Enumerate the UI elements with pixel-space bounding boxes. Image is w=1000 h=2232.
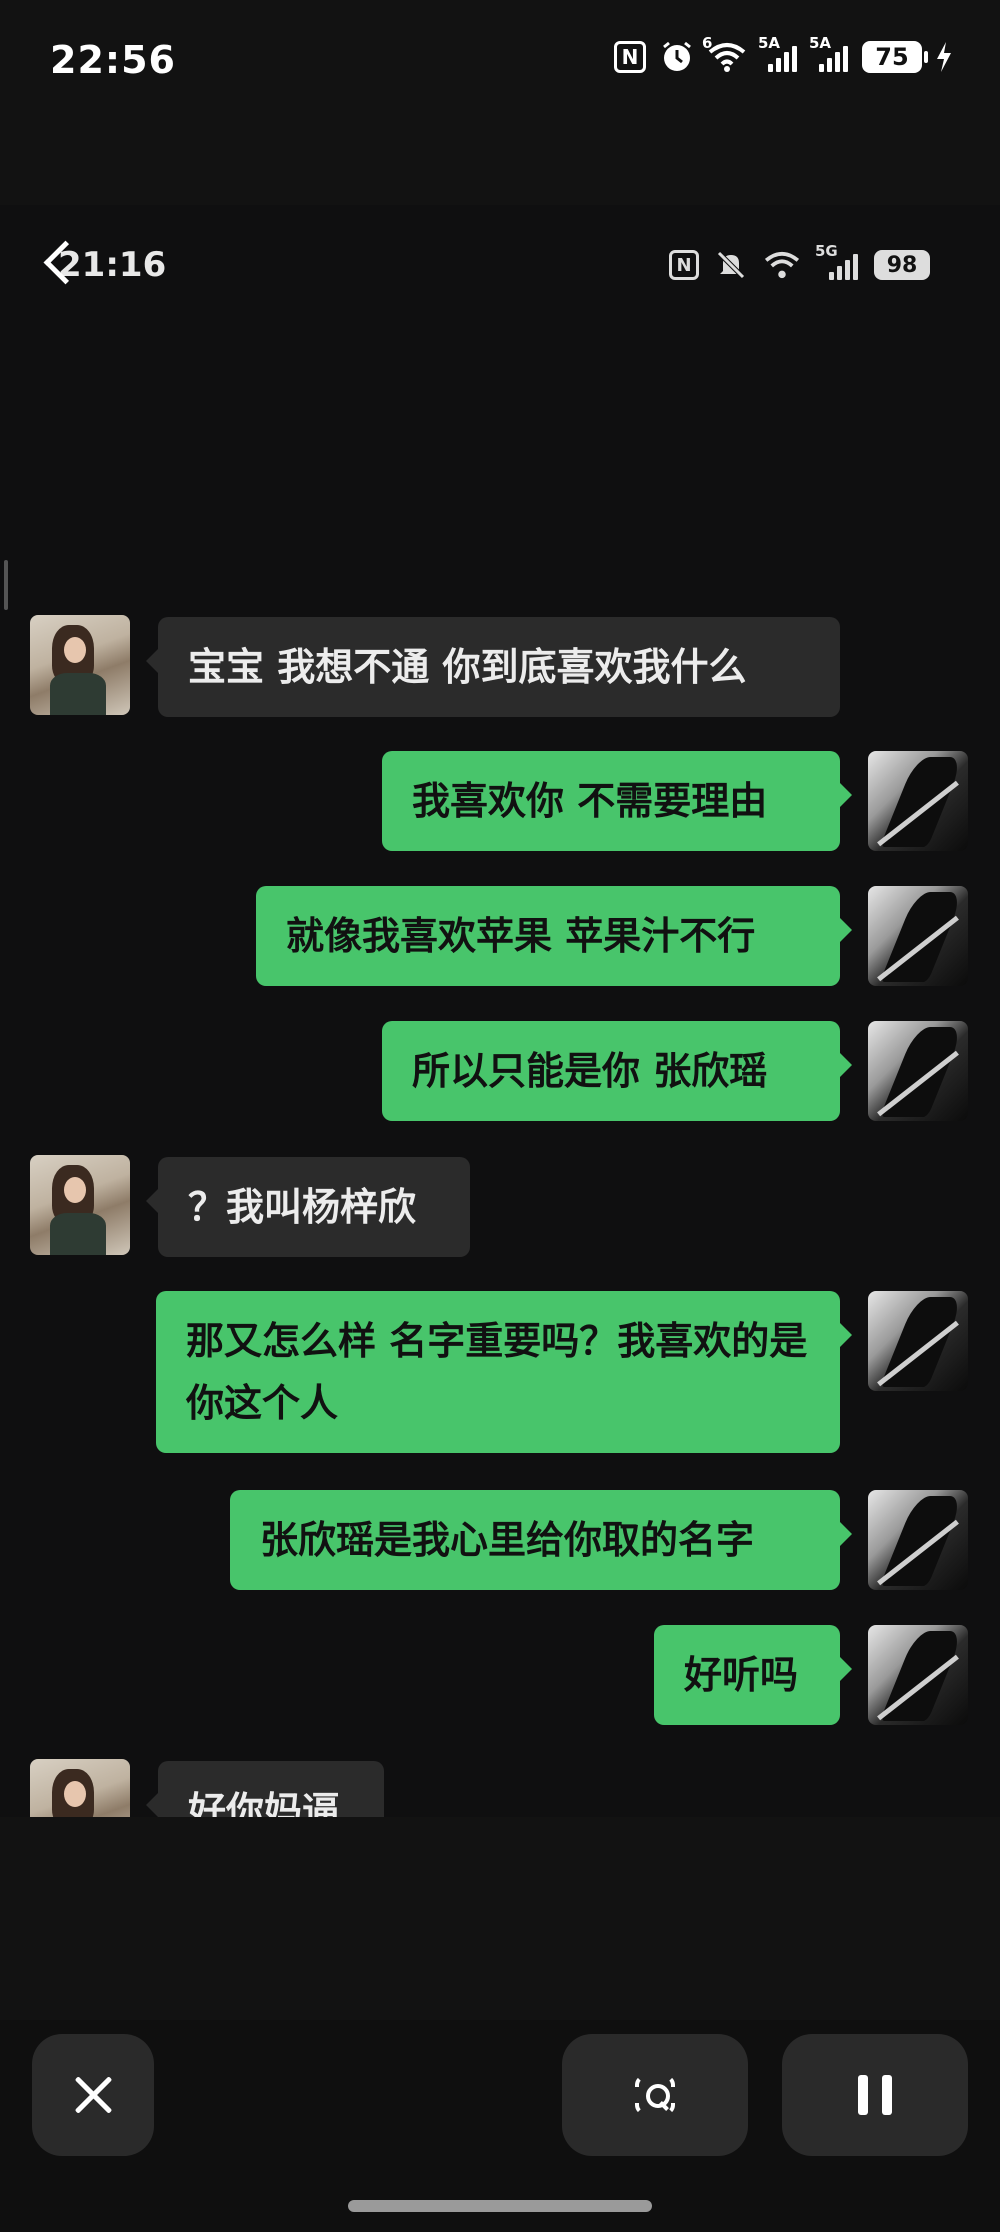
sim1-label: 5A bbox=[758, 34, 781, 52]
screen-search-button[interactable] bbox=[562, 2034, 748, 2156]
sim2-label: 5A bbox=[809, 34, 832, 52]
wifi-icon: 6 bbox=[702, 34, 746, 72]
home-indicator[interactable] bbox=[348, 2200, 652, 2212]
alarm-icon bbox=[660, 40, 694, 74]
pause-icon bbox=[858, 2075, 892, 2115]
contact-avatar[interactable] bbox=[30, 615, 130, 715]
close-icon bbox=[73, 2075, 113, 2115]
nfc-icon: N bbox=[614, 41, 646, 73]
battery-icon: 98 bbox=[874, 250, 930, 280]
incoming-message: ？我叫杨梓欣 bbox=[146, 1157, 470, 1257]
user-avatar[interactable] bbox=[868, 1291, 968, 1391]
user-avatar[interactable] bbox=[868, 1625, 968, 1725]
inner-status-icons: N 5G 98 bbox=[669, 242, 930, 281]
user-avatar[interactable] bbox=[868, 751, 968, 851]
pause-button[interactable] bbox=[782, 2034, 968, 2156]
contact-avatar[interactable] bbox=[30, 1155, 130, 1255]
inner-status-bar: 21:16 N 5G 98 bbox=[0, 205, 1000, 325]
incoming-message: 好你妈逼 bbox=[146, 1761, 384, 1817]
lens-search-icon bbox=[631, 2071, 679, 2119]
signal-icon: 5G bbox=[815, 242, 858, 280]
outgoing-message: 那又怎么样 名字重要吗？我喜欢的是你这个人 bbox=[156, 1291, 852, 1453]
nfc-icon: N bbox=[669, 250, 699, 280]
wifi-icon bbox=[763, 251, 801, 279]
recorded-screen: 21:16 N 5G 98 宝宝 我想不通 你到底喜欢我什么 我喜欢你 不需要理… bbox=[0, 205, 1000, 1817]
status-icons: N 6 5A 5A 75 bbox=[614, 34, 952, 74]
contact-avatar[interactable] bbox=[30, 1759, 130, 1817]
outgoing-message: 我喜欢你 不需要理由 bbox=[382, 751, 852, 851]
user-avatar[interactable] bbox=[868, 1490, 968, 1590]
clock: 22:56 bbox=[50, 38, 176, 82]
user-avatar[interactable] bbox=[868, 1021, 968, 1121]
battery-icon: 75 bbox=[862, 41, 928, 73]
mute-icon bbox=[715, 249, 747, 281]
signal-icon: 5A bbox=[809, 34, 848, 72]
charging-icon bbox=[936, 42, 952, 72]
wifi-standard-label: 6 bbox=[702, 34, 713, 52]
outgoing-message: 所以只能是你 张欣瑶 bbox=[382, 1021, 852, 1121]
outgoing-message: 好听吗 bbox=[654, 1625, 852, 1725]
signal-icon: 5A bbox=[758, 34, 797, 72]
scroll-edge-indicator bbox=[4, 560, 8, 610]
inner-network-label: 5G bbox=[815, 242, 838, 260]
outgoing-message: 张欣瑶是我心里给你取的名字 bbox=[230, 1490, 852, 1590]
user-avatar[interactable] bbox=[868, 886, 968, 986]
outgoing-message: 就像我喜欢苹果 苹果汁不行 bbox=[256, 886, 852, 986]
incoming-message: 宝宝 我想不通 你到底喜欢我什么 bbox=[146, 617, 840, 717]
close-button[interactable] bbox=[32, 2034, 154, 2156]
status-bar: 22:56 N 6 5A 5A 75 bbox=[0, 0, 1000, 130]
